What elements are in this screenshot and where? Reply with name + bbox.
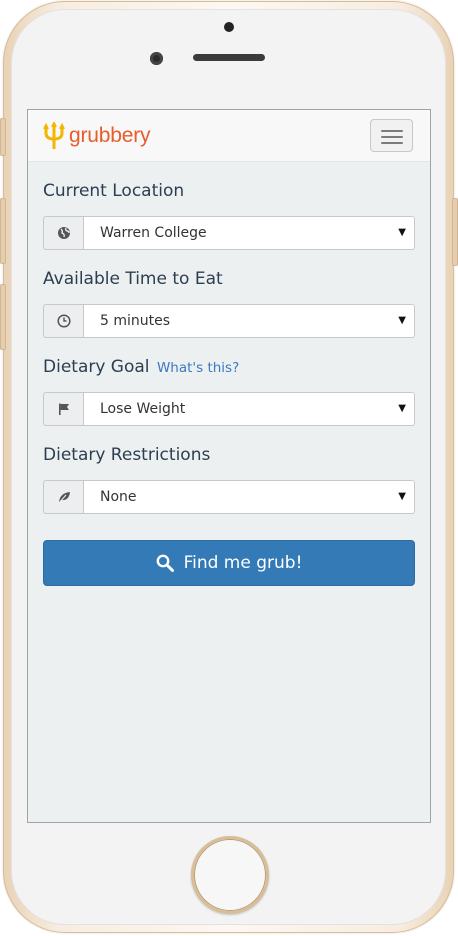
chevron-down-icon: ▼ (398, 403, 406, 414)
search-icon (156, 554, 174, 572)
time-addon (43, 304, 83, 338)
restrictions-select[interactable]: None ▼ (83, 480, 415, 514)
leaf-icon (58, 492, 70, 504)
find-me-grub-label: Find me grub! (183, 553, 303, 573)
hamburger-icon-bar (381, 136, 403, 138)
time-label: Available Time to Eat (43, 269, 223, 289)
chevron-down-icon: ▼ (398, 491, 406, 502)
phone-side-button-left-top (0, 118, 6, 156)
flag-icon (58, 403, 69, 415)
find-me-grub-button[interactable]: Find me grub! (43, 540, 415, 586)
restrictions-input-group: None ▼ (43, 480, 415, 514)
location-select[interactable]: Warren College ▼ (83, 216, 415, 250)
time-value: 5 minutes (100, 313, 171, 329)
menu-toggle-button[interactable] (370, 119, 413, 152)
phone-side-button-left-mid (0, 198, 6, 264)
clock-icon (56, 314, 71, 328)
trident-icon (43, 122, 65, 149)
location-value: Warren College (100, 225, 207, 241)
location-addon (43, 216, 83, 250)
globe-icon (57, 227, 70, 239)
restrictions-label: Dietary Restrictions (43, 445, 211, 465)
brand-logo[interactable]: grubbery (43, 122, 150, 150)
time-select[interactable]: 5 minutes ▼ (83, 304, 415, 338)
hamburger-icon (381, 130, 403, 132)
chevron-down-icon: ▼ (398, 227, 406, 238)
phone-speaker (193, 54, 265, 61)
goal-input-group: Lose Weight ▼ (43, 392, 415, 426)
goal-value: Lose Weight (100, 401, 186, 417)
restrictions-addon (43, 480, 83, 514)
app-screen: grubbery Current Location Warren College… (27, 109, 431, 823)
restrictions-value: None (100, 489, 137, 505)
phone-side-button-right (452, 198, 458, 266)
goal-label: Dietary Goal (43, 357, 150, 377)
whats-this-link[interactable]: What's this? (157, 360, 239, 376)
location-input-group: Warren College ▼ (43, 216, 415, 250)
brand-name: grubbery (69, 124, 151, 147)
goal-addon (43, 392, 83, 426)
hamburger-icon-bar (381, 142, 403, 144)
location-label: Current Location (43, 181, 185, 201)
front-camera (150, 52, 163, 65)
chevron-down-icon: ▼ (398, 315, 406, 326)
phone-side-button-left-low (0, 284, 6, 350)
goal-select[interactable]: Lose Weight ▼ (83, 392, 415, 426)
time-input-group: 5 minutes ▼ (43, 304, 415, 338)
home-button[interactable] (191, 836, 269, 914)
goal-label-row: Dietary Goal What's this? (43, 357, 239, 377)
navbar: grubbery (28, 110, 430, 162)
phone-sensor (224, 22, 234, 32)
